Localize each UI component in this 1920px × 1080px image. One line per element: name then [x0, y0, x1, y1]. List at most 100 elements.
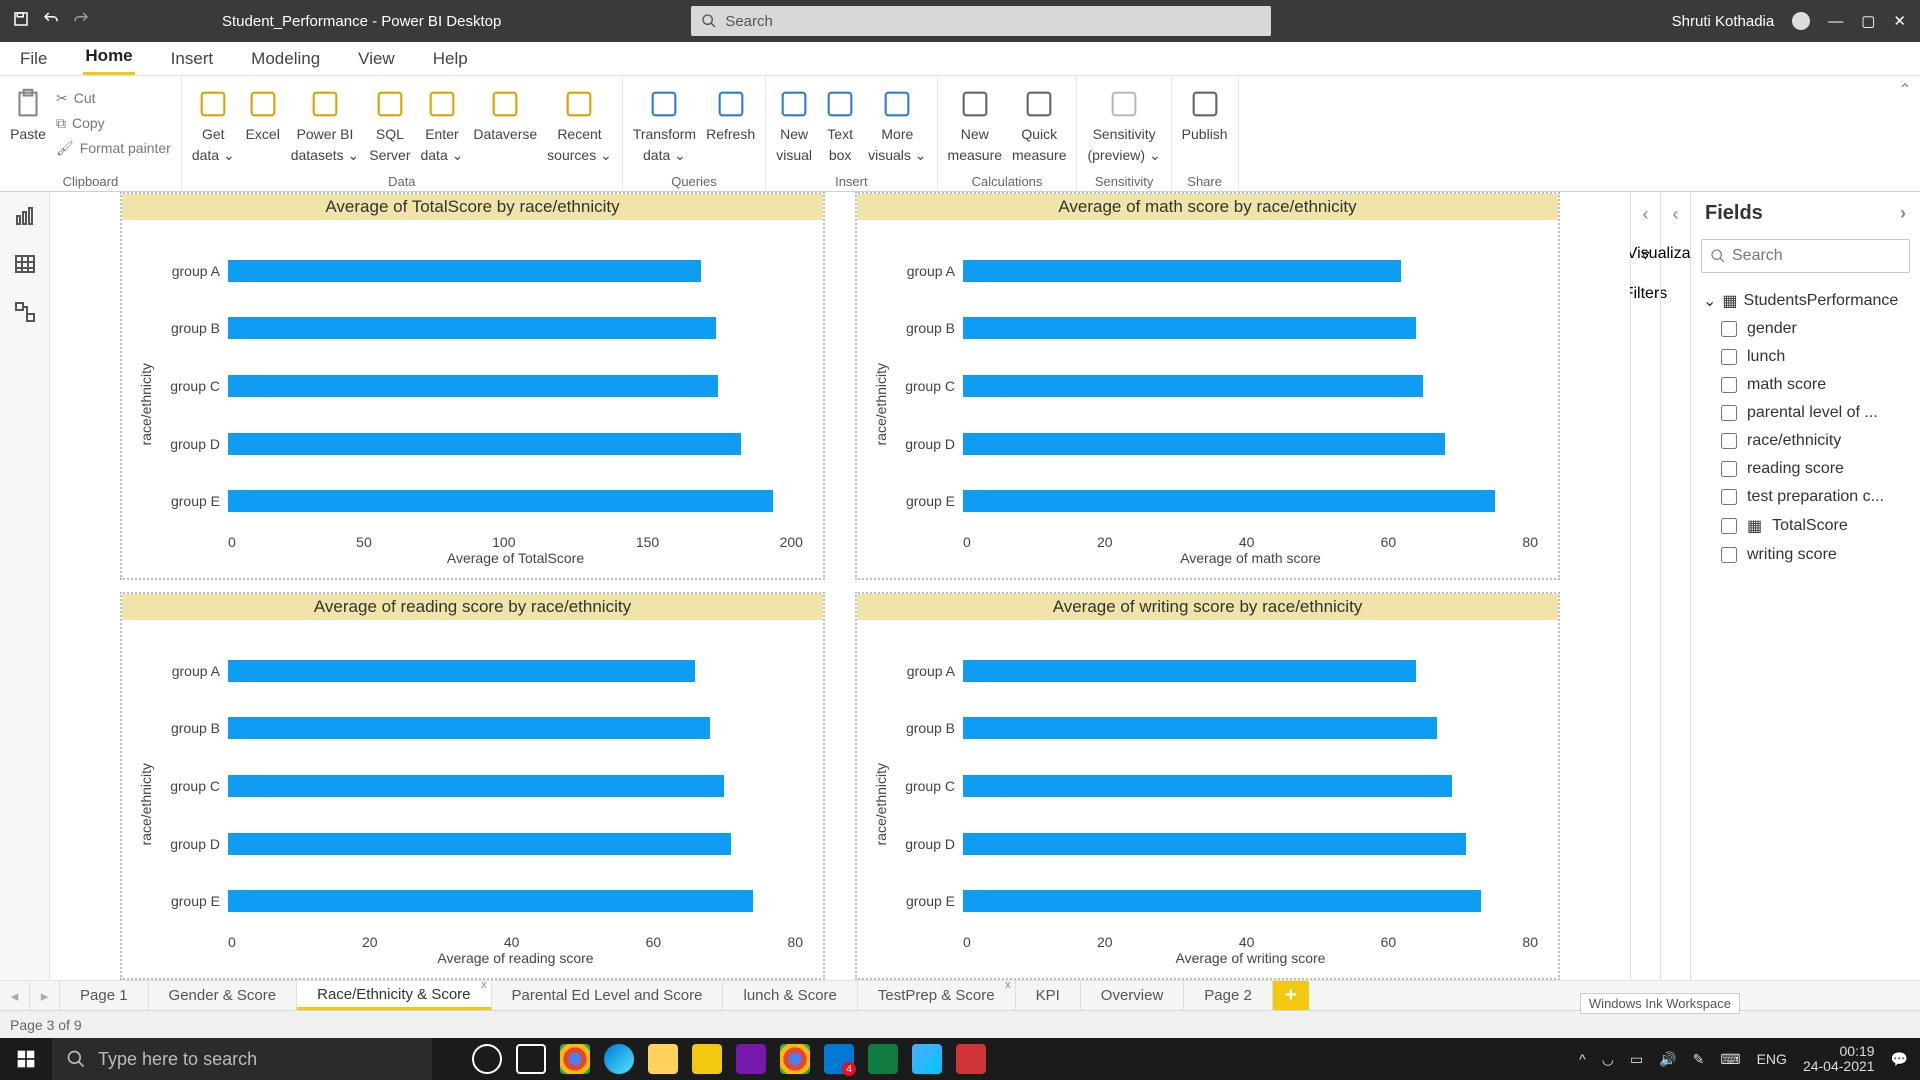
field-checkbox[interactable]	[1721, 377, 1737, 393]
global-search[interactable]: Search	[691, 6, 1271, 36]
ribbon-quick-button[interactable]: Quickmeasure	[1012, 82, 1066, 164]
fields-search[interactable]: Search	[1701, 239, 1910, 273]
bar[interactable]	[963, 490, 1495, 512]
field-item[interactable]: race/ethnicity	[1703, 427, 1908, 455]
data-view-icon[interactable]	[13, 252, 37, 276]
report-canvas[interactable]: Average of TotalScore by race/ethnicityr…	[50, 192, 1630, 980]
paste-button[interactable]: Paste	[10, 82, 46, 143]
bar[interactable]	[963, 833, 1466, 855]
clock[interactable]: 00:19 24-04-2021	[1803, 1044, 1875, 1075]
start-button[interactable]	[0, 1049, 52, 1069]
visualizations-pane-collapsed[interactable]: ‹ Visualizations	[1660, 192, 1690, 980]
page-tab[interactable]: Parental Ed Level and Score	[492, 981, 724, 1010]
chevron-left-icon[interactable]: ‹	[1643, 204, 1649, 225]
field-item[interactable]: ▦TotalScore	[1703, 511, 1908, 541]
powerbi-icon[interactable]	[692, 1044, 722, 1074]
close-icon[interactable]: ✕	[1893, 12, 1906, 30]
menu-home[interactable]: Home	[83, 40, 134, 75]
tray-chevron-icon[interactable]: ^	[1579, 1051, 1586, 1067]
bar[interactable]	[963, 260, 1401, 282]
field-checkbox[interactable]	[1721, 433, 1737, 449]
bar[interactable]	[963, 660, 1416, 682]
ribbon-text-button[interactable]: Textbox	[822, 82, 858, 164]
language-indicator[interactable]: ENG	[1757, 1051, 1787, 1067]
notifications-icon[interactable]: 💬	[1891, 1051, 1908, 1068]
bar[interactable]	[228, 490, 773, 512]
field-checkbox[interactable]	[1721, 518, 1737, 534]
user-name[interactable]: Shruti Kothadia	[1672, 13, 1775, 30]
undo-icon[interactable]	[42, 10, 60, 32]
bar[interactable]	[228, 717, 710, 739]
chrome-icon[interactable]	[560, 1044, 590, 1074]
format-painter-button[interactable]: 🖌Format painter	[56, 136, 171, 157]
cut-button[interactable]: ✂Cut	[56, 86, 171, 107]
bar[interactable]	[228, 317, 716, 339]
menu-help[interactable]: Help	[431, 43, 470, 75]
field-checkbox[interactable]	[1721, 547, 1737, 563]
page-tab[interactable]: TestPrep & Scorex	[858, 981, 1016, 1010]
mail-icon[interactable]: 4	[824, 1044, 854, 1074]
onenote-icon[interactable]	[736, 1044, 766, 1074]
field-item[interactable]: parental level of ...	[1703, 399, 1908, 427]
keyboard-icon[interactable]: ⌨	[1720, 1051, 1740, 1068]
bar[interactable]	[963, 375, 1423, 397]
task-view-icon[interactable]	[516, 1044, 546, 1074]
page-tab[interactable]: KPI	[1016, 981, 1081, 1010]
field-item[interactable]: test preparation c...	[1703, 483, 1908, 511]
wifi-icon[interactable]: ◡	[1602, 1051, 1614, 1068]
maximize-icon[interactable]: ▢	[1861, 12, 1875, 30]
photos-icon[interactable]	[912, 1044, 942, 1074]
bar[interactable]	[963, 317, 1416, 339]
ribbon-enter-button[interactable]: Enterdata ⌄	[420, 82, 463, 164]
fields-table-header[interactable]: ⌄ ▦ StudentsPerformance	[1703, 287, 1908, 315]
chart-visual[interactable]: Average of writing score by race/ethnici…	[855, 592, 1560, 980]
pen-icon[interactable]: ✎	[1693, 1051, 1705, 1068]
page-tab[interactable]: lunch & Score	[723, 981, 857, 1010]
menu-insert[interactable]: Insert	[169, 43, 216, 75]
chart-visual[interactable]: Average of TotalScore by race/ethnicityr…	[120, 192, 825, 580]
tabs-prev-icon[interactable]: ◂	[0, 981, 30, 1010]
ribbon-power-bi-button[interactable]: Power BIdatasets ⌄	[291, 82, 360, 164]
chart-visual[interactable]: Average of reading score by race/ethnici…	[120, 592, 825, 980]
page-tab[interactable]: Gender & Score	[149, 981, 298, 1010]
report-view-icon[interactable]	[13, 204, 37, 228]
bar[interactable]	[228, 775, 724, 797]
field-checkbox[interactable]	[1721, 461, 1737, 477]
redo-icon[interactable]	[72, 10, 90, 32]
tabs-next-icon[interactable]: ▸	[30, 981, 60, 1010]
bar[interactable]	[963, 775, 1452, 797]
ribbon-transform-button[interactable]: Transformdata ⌄	[633, 82, 696, 164]
menu-view[interactable]: View	[356, 43, 397, 75]
avatar[interactable]	[1792, 12, 1810, 30]
chevron-right-icon[interactable]: ›	[1900, 203, 1906, 224]
close-tab-icon[interactable]: x	[481, 979, 487, 991]
ribbon-refresh-button[interactable]: Refresh	[706, 82, 755, 143]
cortana-icon[interactable]	[472, 1044, 502, 1074]
bar[interactable]	[228, 375, 718, 397]
field-checkbox[interactable]	[1721, 405, 1737, 421]
ribbon-excel-button[interactable]: Excel	[245, 82, 281, 143]
copy-button[interactable]: ⧉Copy	[56, 111, 171, 132]
ribbon-new-button[interactable]: Newvisual	[776, 82, 812, 164]
ribbon-more-button[interactable]: Morevisuals ⌄	[868, 82, 926, 164]
bar[interactable]	[228, 433, 741, 455]
edge-icon[interactable]	[604, 1044, 634, 1074]
field-checkbox[interactable]	[1721, 321, 1737, 337]
bar[interactable]	[963, 717, 1437, 739]
bar[interactable]	[963, 890, 1481, 912]
volume-icon[interactable]: 🔊	[1659, 1051, 1676, 1068]
page-tab[interactable]: Page 2	[1184, 981, 1273, 1010]
field-checkbox[interactable]	[1721, 349, 1737, 365]
field-item[interactable]: math score	[1703, 371, 1908, 399]
excel-icon[interactable]	[868, 1044, 898, 1074]
ribbon-sql-button[interactable]: SQLServer	[369, 82, 410, 164]
close-tab-icon[interactable]: x	[1005, 979, 1011, 991]
snip-icon[interactable]	[956, 1044, 986, 1074]
field-checkbox[interactable]	[1721, 489, 1737, 505]
model-view-icon[interactable]	[13, 300, 37, 324]
add-page-button[interactable]: +	[1273, 981, 1309, 1010]
ribbon-publish-button[interactable]: Publish	[1182, 82, 1228, 143]
filters-pane-collapsed[interactable]: ‹ ▿ Filters	[1630, 192, 1660, 980]
page-tab[interactable]: Overview	[1081, 981, 1185, 1010]
bar[interactable]	[228, 833, 731, 855]
